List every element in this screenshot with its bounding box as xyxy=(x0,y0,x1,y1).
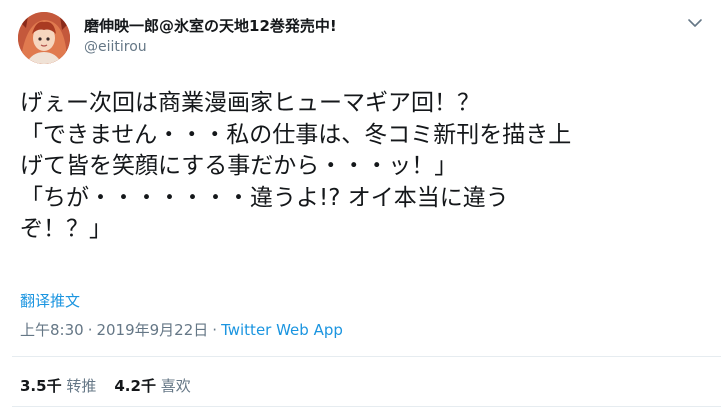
retweets-count: 3.5千 xyxy=(20,377,62,395)
divider xyxy=(12,406,721,407)
translate-tweet-link[interactable]: 翻译推文 xyxy=(20,290,80,311)
meta-separator: · xyxy=(212,321,218,339)
tweet-time[interactable]: 上午8:30 xyxy=(20,321,84,339)
tweet-stats: 3.5千 转推 4.2千 喜欢 xyxy=(20,375,209,396)
tweet-date[interactable]: 2019年9月22日 xyxy=(96,321,208,339)
chevron-down-icon[interactable] xyxy=(686,14,704,32)
divider xyxy=(12,356,721,357)
tweet-card: 磨伸映一郎@氷室の天地12巻発売中! @eiitirou げぇー次回は商業漫画家… xyxy=(0,0,721,420)
likes-stat[interactable]: 4.2千 喜欢 xyxy=(114,377,190,395)
tweet-metadata: 上午8:30 · 2019年9月22日 · Twitter Web App xyxy=(20,319,343,340)
retweets-label: 转推 xyxy=(66,377,97,395)
meta-separator: · xyxy=(87,321,93,339)
tweet-text-line: げぇー次回は商業漫画家ヒューマギア回！？ xyxy=(20,90,480,116)
author-handle[interactable]: @eiitirou xyxy=(84,39,147,55)
tweet-text-line: 「ちが・・・・・・・違うよ!? オイ本当に違う xyxy=(20,184,509,211)
avatar-image xyxy=(18,12,70,64)
likes-label: 喜欢 xyxy=(160,377,191,395)
tweet-text-line: 「できません・・・私の仕事は、冬コミ新刊を描き上 xyxy=(20,121,572,148)
avatar[interactable] xyxy=(18,12,70,64)
tweet-text-line: ぞ！？」 xyxy=(20,216,112,242)
tweet-text: げぇー次回は商業漫画家ヒューマギア回！？ 「できません・・・私の仕事は、冬コミ新… xyxy=(20,88,700,246)
tweet-text-line: げて皆を笑顔にする事だから・・・ッ！」 xyxy=(20,153,458,179)
author-display-name[interactable]: 磨伸映一郎@氷室の天地12巻発売中! xyxy=(84,15,337,36)
source-app-link[interactable]: Twitter Web App xyxy=(221,321,343,339)
retweets-stat[interactable]: 3.5千 转推 xyxy=(20,377,96,395)
likes-count: 4.2千 xyxy=(114,377,156,395)
